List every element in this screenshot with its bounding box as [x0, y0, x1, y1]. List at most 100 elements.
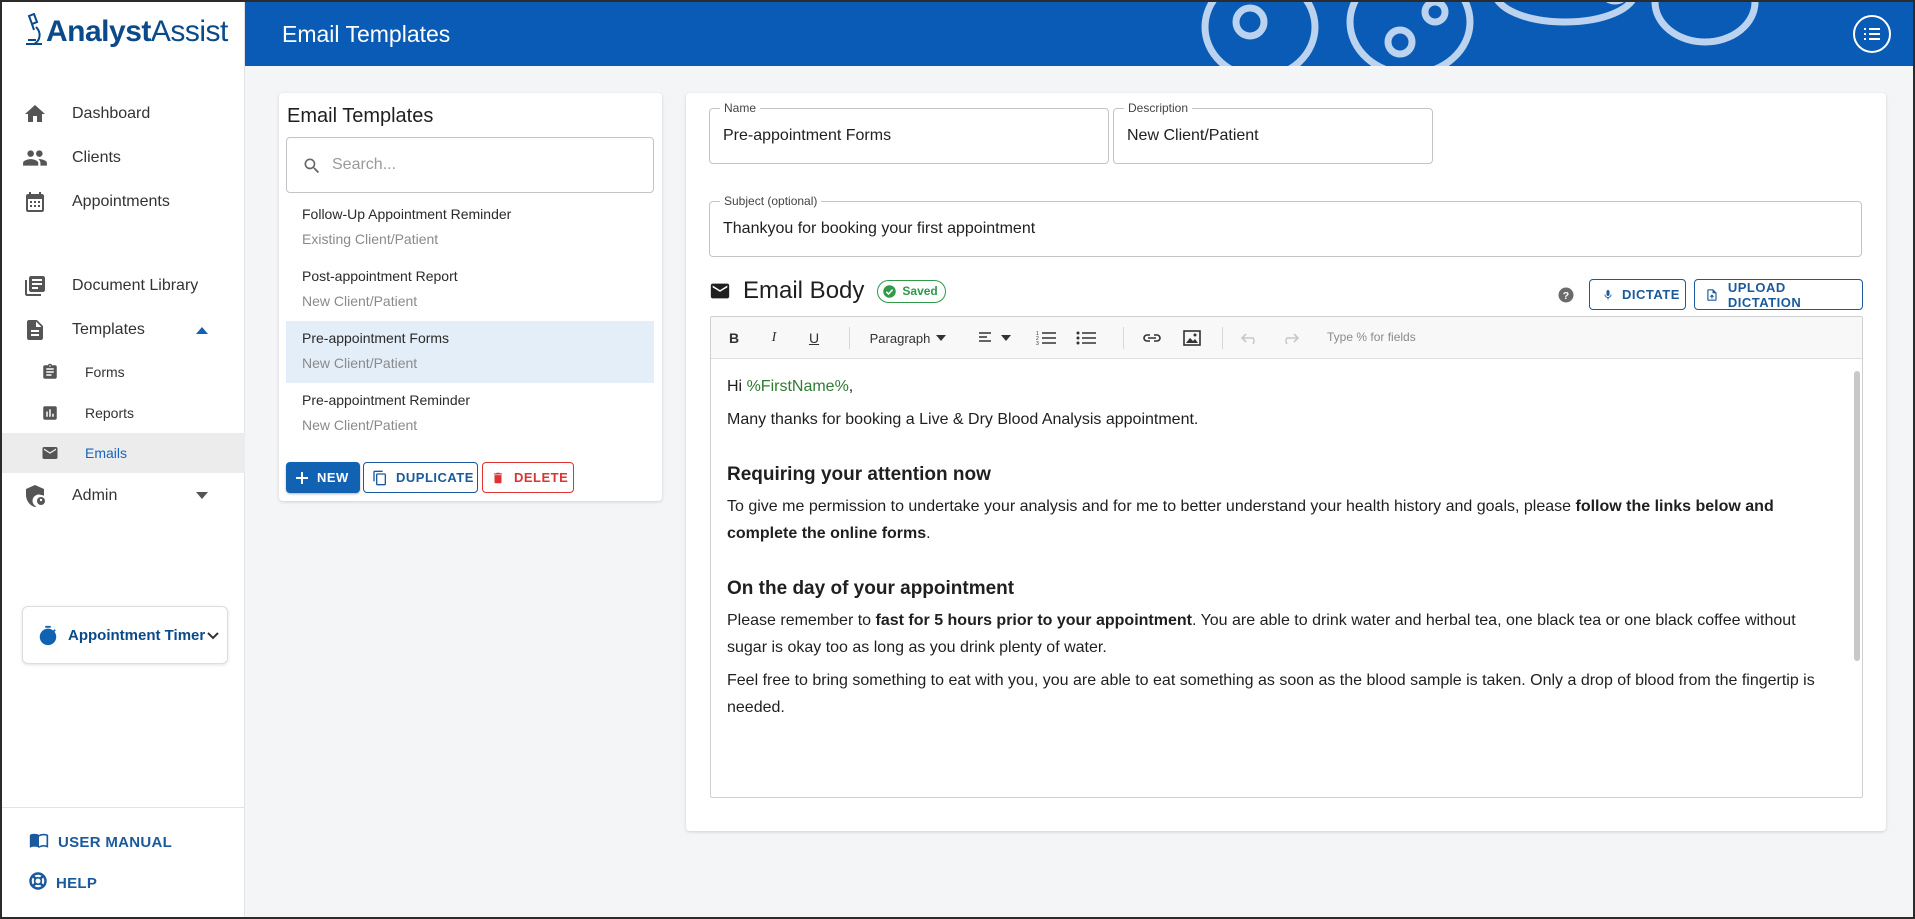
- bold-button[interactable]: B: [721, 324, 747, 352]
- sidebar-item-label: Admin: [72, 487, 118, 504]
- decorative-cells-art: [1201, 2, 1759, 66]
- sidebar-item-label: Appointments: [72, 193, 170, 210]
- file-upload-icon: [1707, 288, 1717, 301]
- caret-down-icon: [1001, 335, 1011, 341]
- template-description: New Client/Patient: [302, 417, 418, 433]
- sidebar-item-forms[interactable]: Forms: [2, 352, 245, 392]
- numbered-list-button[interactable]: 123: [1033, 324, 1059, 352]
- chart-icon: [40, 403, 60, 423]
- editor-scrollbar[interactable]: [1850, 359, 1862, 797]
- user-manual-link[interactable]: USER MANUAL: [28, 830, 172, 855]
- microphone-icon: [1604, 289, 1612, 299]
- sidebar-item-appointments[interactable]: Appointments: [2, 182, 245, 222]
- template-editor-panel: Name Description Subject (optional) Emai…: [686, 93, 1886, 831]
- body-paragraph: Please remember to fast for 5 hours prio…: [727, 612, 1796, 656]
- merge-field-token[interactable]: %FirstName%: [747, 378, 849, 395]
- sidebar-item-label: Dashboard: [72, 105, 151, 122]
- template-list-item[interactable]: Post-appointment Report New Client/Patie…: [286, 259, 654, 321]
- dictate-button[interactable]: DICTATE: [1589, 279, 1686, 310]
- redo-button[interactable]: [1277, 324, 1303, 352]
- help-label: HELP: [56, 875, 98, 892]
- template-name: Pre-appointment Reminder: [302, 392, 471, 408]
- toolbar-divider: [1123, 327, 1124, 349]
- sidebar-item-dashboard[interactable]: Dashboard: [2, 94, 245, 134]
- timer-label: Appointment Timer: [68, 626, 206, 644]
- templates-list-panel: Email Templates Follow-Up Appointment Re…: [279, 93, 662, 501]
- sidebar-item-label: Emails: [85, 445, 128, 461]
- menu-list-button[interactable]: [1853, 15, 1891, 53]
- search-field[interactable]: [286, 137, 654, 193]
- app-logo[interactable]: AnalystAssist: [22, 12, 228, 52]
- section-heading: Requiring your attention now: [727, 464, 991, 485]
- italic-button[interactable]: I: [761, 324, 787, 352]
- underline-button[interactable]: U: [801, 324, 827, 352]
- template-list-item[interactable]: Pre-appointment Reminder New Client/Pati…: [286, 383, 654, 445]
- toolbar-divider: [849, 327, 850, 349]
- sidebar-item-templates[interactable]: Templates: [2, 310, 245, 350]
- stopwatch-icon: [37, 625, 59, 652]
- editor-toolbar: B I U Paragraph 123 Type % for fields: [711, 317, 1862, 359]
- body-paragraph: Feel free to bring something to eat with…: [727, 672, 1815, 716]
- admin-shield-icon: [22, 483, 48, 509]
- scrollbar-thumb[interactable]: [1854, 371, 1860, 661]
- document-icon: [22, 317, 48, 343]
- help-circle-icon[interactable]: ?: [1557, 286, 1575, 309]
- svg-text:3: 3: [1036, 341, 1039, 346]
- lifebuoy-icon: [28, 871, 48, 896]
- calendar-icon: [22, 189, 48, 215]
- numbered-list-icon: 123: [1036, 331, 1056, 346]
- toolbar-divider: [1222, 327, 1223, 349]
- subject-field-label: Subject (optional): [720, 194, 822, 208]
- top-header: Email Templates: [245, 2, 1913, 66]
- svg-text:?: ?: [1563, 290, 1569, 302]
- new-template-button[interactable]: NEW: [286, 462, 360, 493]
- section-heading: On the day of your appointment: [727, 578, 1015, 599]
- copy-icon: [373, 470, 386, 485]
- search-input[interactable]: [332, 156, 632, 174]
- email-body-title: Email Body: [743, 277, 865, 304]
- sidebar-item-emails[interactable]: Emails: [2, 433, 245, 473]
- description-field[interactable]: Description: [1113, 101, 1433, 164]
- link-button[interactable]: [1139, 324, 1165, 352]
- redo-icon: [1285, 333, 1299, 344]
- bullet-list-button[interactable]: [1073, 324, 1099, 352]
- book-icon: [28, 830, 50, 855]
- panel-title: Email Templates: [287, 105, 434, 127]
- body-paragraph: Many thanks for booking a Live & Dry Blo…: [727, 411, 1199, 428]
- saved-status-badge: Saved: [877, 279, 946, 303]
- chevron-down-icon: [207, 632, 219, 640]
- image-button[interactable]: [1179, 324, 1205, 352]
- sidebar-item-document-library[interactable]: Document Library: [2, 266, 245, 306]
- sidebar-item-clients[interactable]: Clients: [2, 138, 245, 178]
- page-title: Email Templates: [282, 21, 451, 47]
- microscope-icon: [22, 12, 44, 52]
- duplicate-button-label: DUPLICATE: [396, 470, 474, 485]
- caret-down-icon: [196, 492, 208, 499]
- template-list-item-selected[interactable]: Pre-appointment Forms New Client/Patient: [286, 321, 654, 383]
- rich-text-editor[interactable]: B I U Paragraph 123 Type % for fields Hi…: [710, 316, 1863, 798]
- sidebar-item-reports[interactable]: Reports: [2, 393, 245, 433]
- clipboard-icon: [40, 362, 60, 382]
- duplicate-template-button[interactable]: DUPLICATE: [363, 462, 478, 493]
- description-input[interactable]: [1127, 127, 1414, 145]
- align-left-icon: [979, 332, 991, 342]
- template-list-item[interactable]: Follow-Up Appointment Reminder Existing …: [286, 197, 654, 259]
- subject-input[interactable]: [723, 220, 1759, 238]
- paragraph-style-dropdown[interactable]: Paragraph: [863, 324, 953, 352]
- template-description: Existing Client/Patient: [302, 231, 439, 247]
- delete-template-button[interactable]: DELETE: [482, 462, 574, 493]
- subject-field[interactable]: Subject (optional): [709, 194, 1862, 257]
- name-field[interactable]: Name: [709, 101, 1109, 164]
- sidebar-item-admin[interactable]: Admin: [2, 476, 245, 516]
- align-dropdown[interactable]: [973, 324, 1017, 352]
- undo-button[interactable]: [1237, 324, 1263, 352]
- name-input[interactable]: [723, 127, 1082, 145]
- sidebar-item-label: Forms: [85, 364, 125, 380]
- upload-dictation-button[interactable]: UPLOAD DICTATION: [1694, 279, 1863, 310]
- check-circle-icon: [883, 284, 897, 298]
- help-link[interactable]: HELP: [28, 871, 97, 896]
- home-icon: [22, 101, 48, 127]
- appointment-timer[interactable]: Appointment Timer: [22, 606, 228, 664]
- editor-content[interactable]: Hi %FirstName%, Many thanks for booking …: [711, 359, 1851, 797]
- upload-dictation-label: UPLOAD DICTATION: [1727, 279, 1802, 310]
